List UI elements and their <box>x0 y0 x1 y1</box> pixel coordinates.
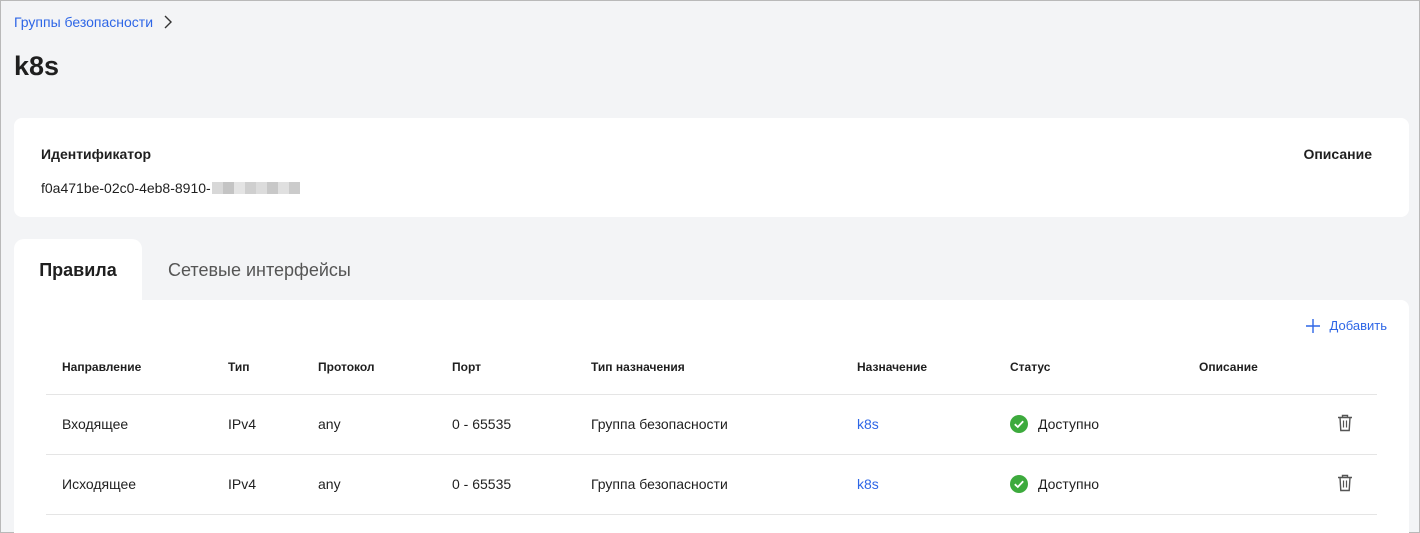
cell-actions <box>1313 394 1377 455</box>
id-label: Идентификатор <box>41 146 152 162</box>
cell-description <box>1183 454 1313 515</box>
tab-network-interfaces[interactable]: Сетевые интерфейсы <box>142 239 377 301</box>
header-destination-type: Тип назначения <box>575 340 841 395</box>
breadcrumb-link-security-groups[interactable]: Группы безопасности <box>14 14 153 30</box>
status-text: Доступно <box>1038 416 1100 432</box>
add-rule-button[interactable]: Добавить <box>1305 318 1387 333</box>
check-circle-icon <box>1010 415 1028 433</box>
tab-bar: Правила Сетевые интерфейсы <box>14 239 377 301</box>
cell-protocol: any <box>302 454 436 515</box>
destination-link[interactable]: k8s <box>857 416 879 432</box>
id-value: f0a471be-02c0-4eb8-8910- <box>41 180 300 196</box>
header-actions <box>1313 340 1377 395</box>
table-row: Входящее IPv4 any 0 - 65535 Группа безоп… <box>46 394 1377 455</box>
cell-type: IPv4 <box>212 394 302 455</box>
cell-direction: Исходящее <box>46 454 212 515</box>
cell-port: 0 - 65535 <box>436 394 575 455</box>
chevron-right-icon <box>164 15 173 29</box>
redacted-block <box>211 182 300 194</box>
status-text: Доступно <box>1038 476 1100 492</box>
cell-description <box>1183 394 1313 455</box>
info-card: Идентификатор f0a471be-02c0-4eb8-8910- О… <box>14 118 1409 217</box>
add-rule-label: Добавить <box>1329 318 1387 333</box>
cell-port: 0 - 65535 <box>436 454 575 515</box>
cell-actions <box>1313 454 1377 515</box>
cell-destination-type: Группа безопасности <box>575 454 841 515</box>
page-title: k8s <box>14 51 60 81</box>
status-badge: Доступно <box>1010 475 1183 493</box>
cell-direction: Входящее <box>46 394 212 455</box>
destination-link[interactable]: k8s <box>857 476 879 492</box>
check-circle-icon <box>1010 475 1028 493</box>
header-status: Статус <box>994 340 1183 395</box>
table-header-row: Направление Тип Протокол Порт Тип назнач… <box>46 340 1377 395</box>
header-port: Порт <box>436 340 575 395</box>
header-description: Описание <box>1183 340 1313 395</box>
cell-type: IPv4 <box>212 454 302 515</box>
breadcrumb: Группы безопасности <box>14 14 173 30</box>
description-label: Описание <box>1303 146 1372 162</box>
rules-panel: Добавить Направление Тип Протокол Порт Т… <box>14 300 1409 533</box>
trash-icon[interactable] <box>1337 414 1353 432</box>
header-direction: Направление <box>46 340 212 395</box>
cell-destination-type: Группа безопасности <box>575 394 841 455</box>
tab-rules[interactable]: Правила <box>14 239 142 301</box>
cell-status: Доступно <box>994 454 1183 515</box>
cell-protocol: any <box>302 394 436 455</box>
cell-status: Доступно <box>994 394 1183 455</box>
cell-destination: k8s <box>841 454 994 515</box>
trash-icon[interactable] <box>1337 474 1353 492</box>
header-type: Тип <box>212 340 302 395</box>
status-badge: Доступно <box>1010 415 1183 433</box>
header-protocol: Протокол <box>302 340 436 395</box>
rules-table: Направление Тип Протокол Порт Тип назнач… <box>46 340 1377 515</box>
plus-icon <box>1305 318 1320 333</box>
header-destination: Назначение <box>841 340 994 395</box>
table-row: Исходящее IPv4 any 0 - 65535 Группа безо… <box>46 454 1377 515</box>
cell-destination: k8s <box>841 394 994 455</box>
id-value-text: f0a471be-02c0-4eb8-8910- <box>41 180 211 196</box>
